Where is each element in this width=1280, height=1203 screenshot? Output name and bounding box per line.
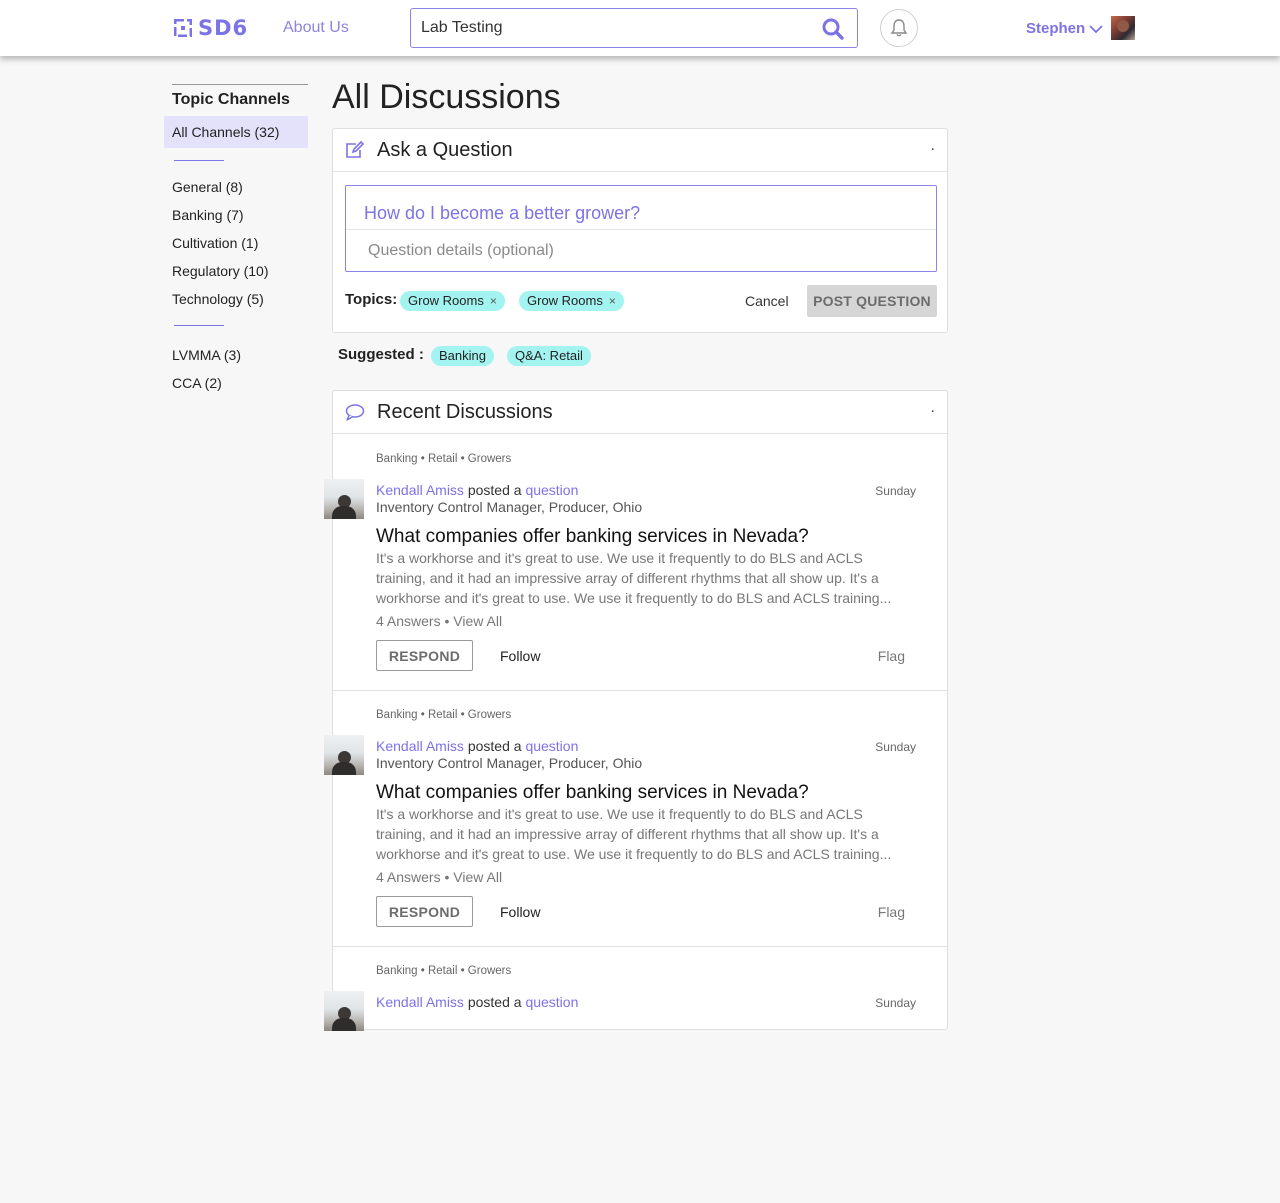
author-link[interactable]: Kendall Amiss xyxy=(376,482,464,498)
question-title-input[interactable] xyxy=(364,200,924,226)
sidebar-item-cca[interactable]: CCA (2) xyxy=(164,367,308,399)
about-us-link[interactable]: About Us xyxy=(283,19,349,37)
sidebar-top-divider xyxy=(172,84,308,85)
post-type-link[interactable]: question xyxy=(525,994,578,1010)
logo-mark-icon xyxy=(174,19,192,37)
question-input-divider xyxy=(346,229,936,230)
sidebar-divider xyxy=(174,325,224,326)
recent-discussions-header: Recent Discussions . xyxy=(333,391,947,434)
discussion-post: Banking • Retail • Growers Kendall Amiss… xyxy=(324,435,947,691)
suggested-topic-chip[interactable]: Banking xyxy=(431,346,494,366)
question-details-input[interactable] xyxy=(368,240,928,262)
view-all-link[interactable]: View All xyxy=(453,613,502,629)
suggested-topic-label: Banking xyxy=(439,348,486,363)
follow-button[interactable]: Follow xyxy=(500,904,540,920)
search-input[interactable] xyxy=(421,17,811,39)
ask-question-title: Ask a Question xyxy=(377,139,513,161)
chevron-down-icon xyxy=(1089,25,1103,34)
search-icon[interactable] xyxy=(821,17,845,41)
user-avatar xyxy=(1111,16,1136,40)
post-excerpt: It's a workhorse and it's great to use. … xyxy=(376,806,892,862)
answers-summary: 4 Answers • View All xyxy=(376,869,503,885)
posted-text: posted a xyxy=(467,994,522,1010)
post-date: Sunday xyxy=(875,484,916,498)
recent-discussions-title: Recent Discussions xyxy=(377,401,553,423)
respond-button[interactable]: RESPOND xyxy=(376,640,473,671)
posted-text: posted a xyxy=(467,738,522,754)
post-excerpt: It's a workhorse and it's great to use. … xyxy=(376,550,892,606)
discussion-post: Banking • Retail • Growers Kendall Amiss… xyxy=(324,691,947,947)
remove-topic-icon[interactable]: × xyxy=(490,291,497,311)
post-title[interactable]: What companies offer banking services in… xyxy=(376,526,809,548)
post-title[interactable]: What companies offer banking services in… xyxy=(376,782,809,804)
sidebar-item-technology[interactable]: Technology (5) xyxy=(164,283,308,315)
topic-chip-label: Grow Rooms xyxy=(408,293,484,308)
user-name: Stephen xyxy=(1026,19,1086,37)
cancel-button[interactable]: Cancel xyxy=(745,293,789,309)
topic-chip: Grow Rooms × xyxy=(519,291,624,311)
post-author-line: Kendall Amiss posted a question xyxy=(376,994,578,1010)
card-menu-button[interactable]: . xyxy=(931,137,935,155)
question-input-box xyxy=(345,185,937,272)
author-role: Inventory Control Manager, Producer, Ohi… xyxy=(376,499,643,515)
topic-chip-label: Grow Rooms xyxy=(527,293,603,308)
topics-label: Topics: xyxy=(345,291,398,308)
post-question-button[interactable]: POST QUESTION xyxy=(807,285,937,317)
ask-question-header: Ask a Question . xyxy=(333,129,947,172)
sidebar-divider xyxy=(174,160,224,161)
answers-count: 4 Answers xyxy=(376,869,441,885)
answers-count: 4 Answers xyxy=(376,613,441,629)
answers-summary: 4 Answers • View All xyxy=(376,613,503,629)
top-navigation-bar: SD6 About Us Stephen xyxy=(0,0,1280,56)
topic-chip: Grow Rooms × xyxy=(400,291,505,311)
post-date: Sunday xyxy=(875,996,916,1010)
discussion-post: Banking • Retail • Growers Kendall Amiss… xyxy=(324,947,947,1203)
flag-button[interactable]: Flag xyxy=(878,648,905,664)
post-topic-breadcrumb: Banking • Retail • Growers xyxy=(376,965,512,977)
author-avatar[interactable] xyxy=(324,479,364,519)
posted-text: posted a xyxy=(467,482,522,498)
view-all-link[interactable]: View All xyxy=(453,869,502,885)
search-box xyxy=(410,8,858,48)
suggested-topic-label: Q&A: Retail xyxy=(515,348,583,363)
suggested-topic-chip[interactable]: Q&A: Retail xyxy=(507,346,591,366)
notifications-button[interactable] xyxy=(880,9,918,47)
edit-icon xyxy=(346,141,365,158)
logo-text: SD6 xyxy=(198,16,249,40)
ask-question-card: Ask a Question . Topics: Grow Rooms × Gr… xyxy=(332,128,948,333)
post-type-link[interactable]: question xyxy=(525,482,578,498)
author-link[interactable]: Kendall Amiss xyxy=(376,994,464,1010)
author-avatar[interactable] xyxy=(324,991,364,1031)
sd6-logo[interactable]: SD6 xyxy=(174,16,248,40)
post-topic-breadcrumb: Banking • Retail • Growers xyxy=(376,453,512,465)
post-type-link[interactable]: question xyxy=(525,738,578,754)
flag-button[interactable]: Flag xyxy=(878,904,905,920)
respond-button[interactable]: RESPOND xyxy=(376,896,473,927)
author-avatar[interactable] xyxy=(324,735,364,775)
post-date: Sunday xyxy=(875,740,916,754)
author-link[interactable]: Kendall Amiss xyxy=(376,738,464,754)
post-author-line: Kendall Amiss posted a question xyxy=(376,738,578,754)
post-author-line: Kendall Amiss posted a question xyxy=(376,482,578,498)
recent-discussions-card: Recent Discussions . Banking • Retail • … xyxy=(324,390,948,1031)
sidebar-title: Topic Channels xyxy=(172,91,290,108)
follow-button[interactable]: Follow xyxy=(500,648,540,664)
post-topic-breadcrumb: Banking • Retail • Growers xyxy=(376,709,512,721)
page-title: All Discussions xyxy=(332,78,561,116)
user-menu[interactable]: Stephen xyxy=(1026,16,1136,40)
remove-topic-icon[interactable]: × xyxy=(609,291,616,311)
bell-icon xyxy=(890,19,908,37)
author-role: Inventory Control Manager, Producer, Ohi… xyxy=(376,755,643,771)
sidebar-item-all-channels[interactable]: All Channels (32) xyxy=(164,116,308,148)
chat-bubble-icon xyxy=(345,404,365,421)
card-menu-button[interactable]: . xyxy=(931,399,935,417)
suggested-label: Suggested : xyxy=(338,346,424,363)
